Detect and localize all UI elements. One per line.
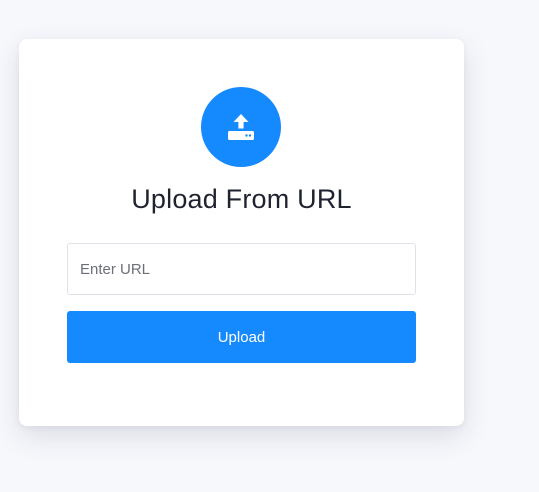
upload-tray-icon [228,114,254,140]
upload-card: Upload From URL Upload [19,39,464,426]
page-title: Upload From URL [131,184,352,214]
upload-button[interactable]: Upload [67,311,416,363]
url-input[interactable] [67,243,416,295]
upload-icon [201,87,281,167]
